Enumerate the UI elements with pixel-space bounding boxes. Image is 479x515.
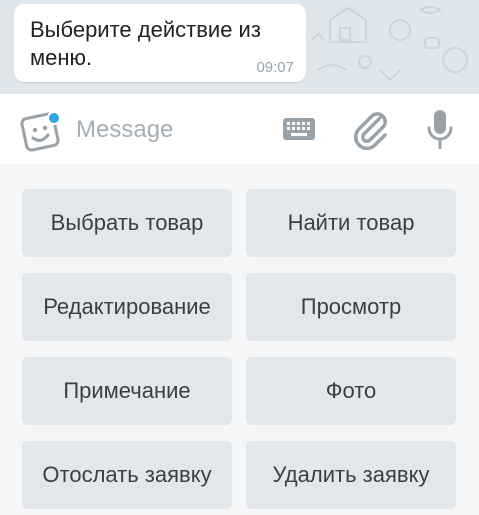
message-time: 09:07 (256, 59, 294, 76)
message-bubble: Выберите действие из меню. 09:07 (14, 4, 306, 82)
delete-request-button[interactable]: Удалить заявку (246, 441, 456, 509)
send-request-button[interactable]: Отослать заявку (22, 441, 232, 509)
note-button[interactable]: Примечание (22, 357, 232, 425)
find-product-button[interactable]: Найти товар (246, 189, 456, 257)
sticker-smiley-icon[interactable] (20, 110, 62, 152)
view-button[interactable]: Просмотр (246, 273, 456, 341)
select-product-button[interactable]: Выбрать товар (22, 189, 232, 257)
chat-area: Выберите действие из меню. 09:07 (0, 0, 479, 94)
message-input[interactable] (76, 108, 276, 152)
keyboard-icon[interactable] (282, 116, 316, 142)
edit-button[interactable]: Редактирование (22, 273, 232, 341)
photo-button[interactable]: Фото (246, 357, 456, 425)
paperclip-icon[interactable] (350, 108, 390, 150)
microphone-icon[interactable] (424, 108, 456, 152)
